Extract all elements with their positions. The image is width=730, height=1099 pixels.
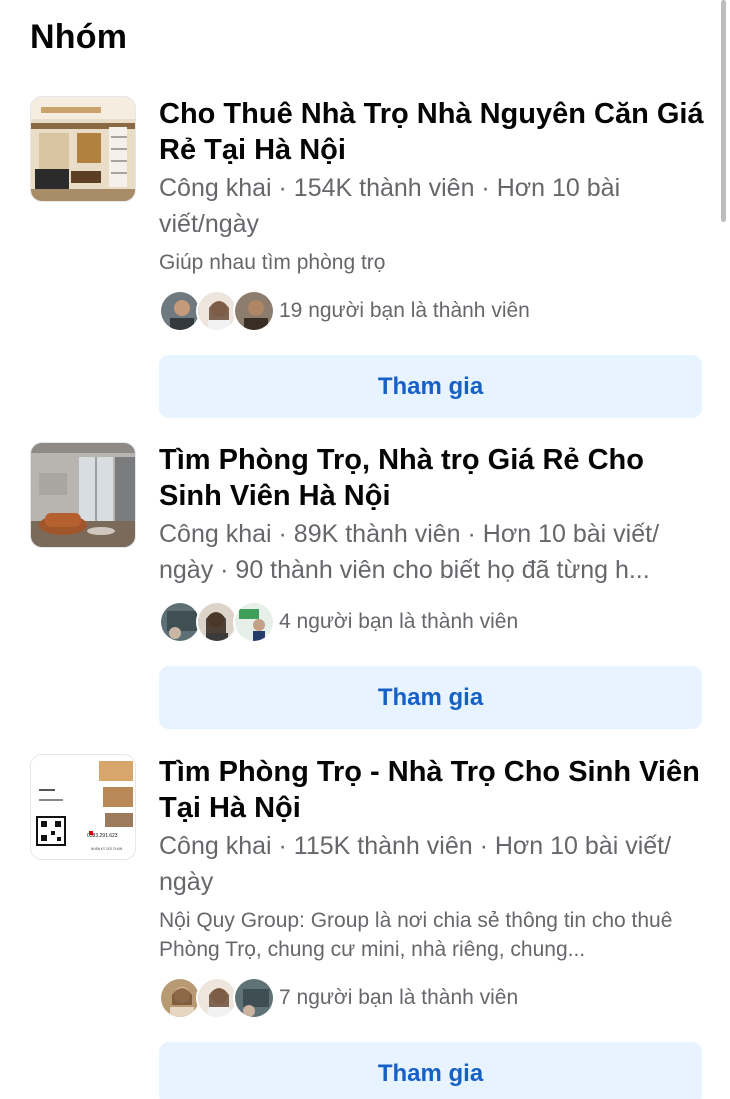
avatar bbox=[159, 977, 201, 1019]
group-cover-image[interactable]: 0383.291.623 NHẬN KÝ GỬI CHUN bbox=[30, 754, 136, 860]
scrollbar[interactable] bbox=[721, 0, 726, 222]
join-group-button[interactable]: Tham gia bbox=[159, 355, 702, 418]
group-name[interactable]: Tìm Phòng Trọ - Nhà Trọ Cho Sinh Viên Tạ… bbox=[159, 754, 704, 826]
group-meta: Công khai · 154K thành viên · Hơn 10 bài… bbox=[159, 174, 621, 238]
avatar bbox=[233, 290, 275, 332]
avatar bbox=[196, 290, 238, 332]
group-name[interactable]: Tìm Phòng Trọ, Nhà trọ Giá Rẻ Cho Sinh V… bbox=[159, 442, 704, 514]
avatar bbox=[196, 977, 238, 1019]
avatar bbox=[196, 601, 238, 643]
friends-row: 4 người bạn là thành viên bbox=[159, 600, 704, 644]
group-cover-image[interactable] bbox=[30, 96, 136, 202]
friend-avatars bbox=[159, 290, 275, 332]
friends-count: 19 người bạn là thành viên bbox=[279, 299, 530, 322]
group-description: Nội Quy Group: Group là nơi chia sẻ thôn… bbox=[159, 909, 673, 961]
avatar bbox=[233, 977, 275, 1019]
join-group-button[interactable]: Tham gia bbox=[159, 1042, 702, 1099]
friends-count: 7 người bạn là thành viên bbox=[279, 986, 519, 1009]
friend-avatars bbox=[159, 977, 275, 1019]
join-group-button[interactable]: Tham gia bbox=[159, 666, 702, 729]
friends-count: 4 người bạn là thành viên bbox=[279, 610, 519, 633]
section-title: Nhóm bbox=[30, 18, 128, 56]
group-cover-image[interactable] bbox=[30, 442, 136, 548]
avatar bbox=[159, 601, 201, 643]
avatar bbox=[159, 290, 201, 332]
group-meta: Công khai · 89K thành viên · Hơn 10 bài … bbox=[159, 520, 660, 584]
group-meta: Công khai · 115K thành viên · Hơn 10 bài… bbox=[159, 832, 672, 896]
friends-row: 7 người bạn là thành viên bbox=[159, 976, 704, 1020]
group-name[interactable]: Cho Thuê Nhà Trọ Nhà Nguyên Căn Giá Rẻ T… bbox=[159, 96, 704, 168]
friends-row: 19 người bạn là thành viên bbox=[159, 289, 704, 333]
friend-avatars bbox=[159, 601, 275, 643]
group-description: Giúp nhau tìm phòng trọ bbox=[159, 251, 386, 274]
caption-text: NHẬN KÝ GỬI CHUN bbox=[91, 846, 123, 851]
groups-search-results: Nhóm Cho Thuê Nhà Trọ Nhà Nguyên Căn Giá… bbox=[0, 0, 730, 1099]
avatar bbox=[233, 601, 275, 643]
